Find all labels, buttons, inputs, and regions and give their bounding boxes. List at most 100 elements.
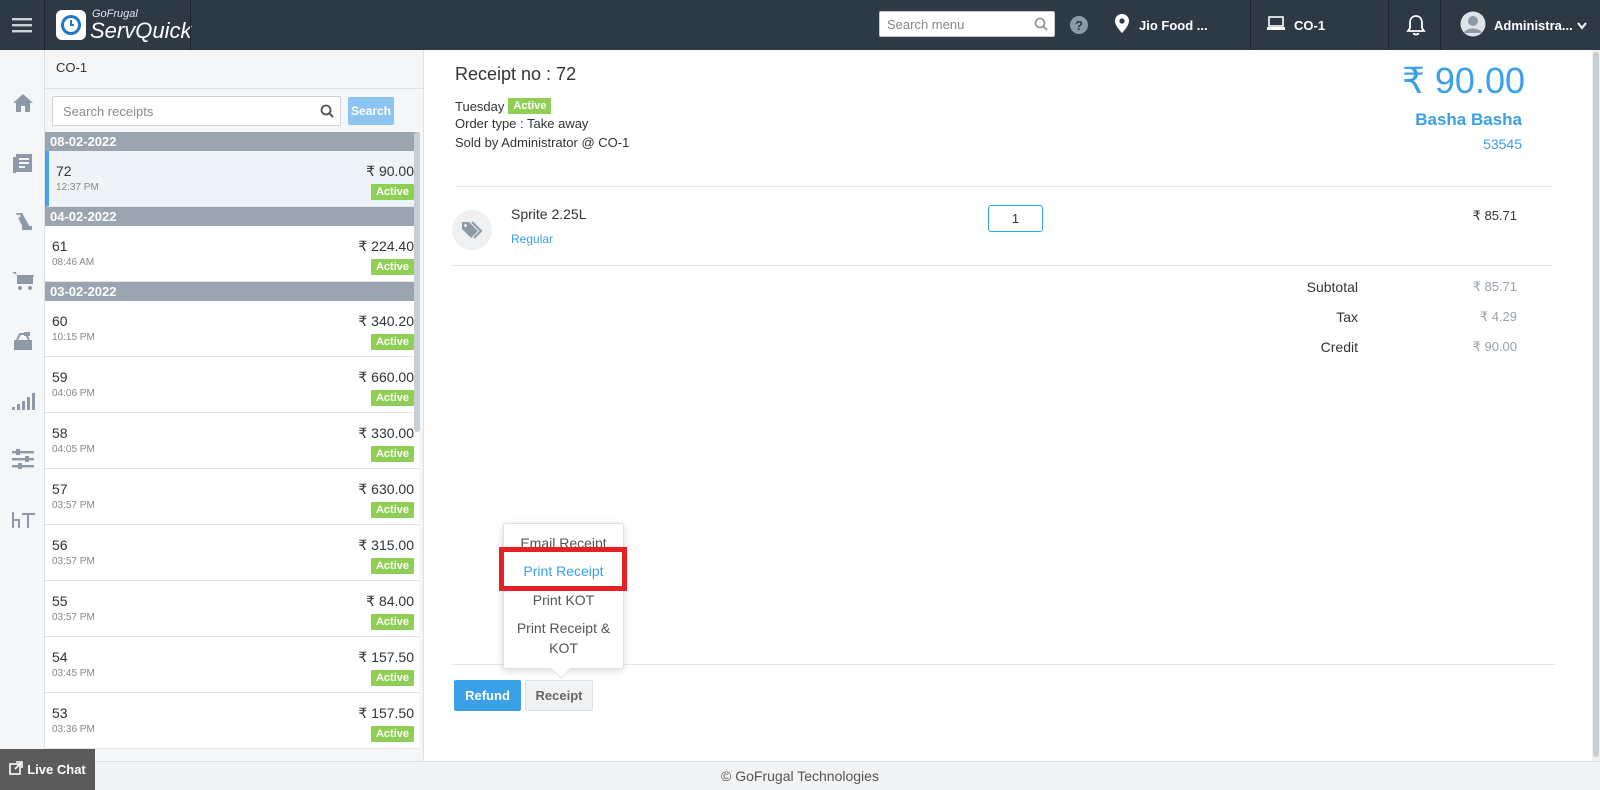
receipt-search-box bbox=[52, 96, 341, 126]
divider bbox=[1440, 0, 1441, 50]
receipt-number: 56 bbox=[52, 537, 68, 553]
customer-phone: 53545 bbox=[1483, 136, 1522, 152]
receipt-time: 12:37 PM bbox=[56, 182, 99, 193]
divider bbox=[1388, 0, 1389, 50]
user-avatar-icon bbox=[1460, 11, 1486, 40]
footer: © GoFrugal Technologies bbox=[0, 761, 1600, 790]
caret-down-icon bbox=[1576, 18, 1587, 33]
quantity-field[interactable] bbox=[988, 205, 1043, 232]
receipt-time: 08:46 AM bbox=[52, 257, 95, 268]
bell-icon[interactable] bbox=[1406, 14, 1426, 41]
receipt-row[interactable]: 61 08:46 AM ₹ 224.40 Active bbox=[45, 226, 419, 282]
sidebar-nav bbox=[0, 50, 45, 761]
receipt-time: 03:36 PM bbox=[52, 724, 95, 735]
refund-button[interactable]: Refund bbox=[454, 680, 521, 711]
receipt-search-input[interactable] bbox=[53, 97, 308, 125]
credit-label: Credit bbox=[1320, 339, 1358, 355]
receipt-row[interactable]: 55 03:57 PM ₹ 84.00 Active bbox=[45, 581, 419, 637]
cart-icon[interactable] bbox=[10, 268, 35, 293]
app-logo[interactable]: GoFrugal ServQuick bbox=[56, 6, 191, 44]
user-label: Administra... bbox=[1494, 17, 1573, 33]
cash-register-icon[interactable] bbox=[10, 328, 35, 353]
status-badge: Active bbox=[370, 726, 414, 742]
search-icon[interactable] bbox=[1034, 17, 1048, 36]
divider bbox=[452, 265, 1552, 266]
search-button[interactable]: Search bbox=[348, 97, 394, 125]
bag-icon[interactable] bbox=[10, 208, 35, 233]
receipt-number: 57 bbox=[52, 481, 68, 497]
page-scrollbar[interactable] bbox=[1592, 50, 1600, 761]
status-badge: Active bbox=[370, 390, 414, 406]
status-badge: Active bbox=[370, 446, 414, 462]
receipt-time: 04:05 PM bbox=[52, 444, 95, 455]
receipt-time: 03:45 PM bbox=[52, 668, 95, 679]
receipt-row[interactable]: 56 03:57 PM ₹ 315.00 Active bbox=[45, 525, 419, 581]
search-icon[interactable] bbox=[320, 104, 334, 123]
receipt-number: 72 bbox=[56, 163, 72, 179]
item-variant: Regular bbox=[511, 232, 554, 246]
location-pin-icon bbox=[1115, 14, 1129, 36]
table-icon[interactable] bbox=[10, 506, 35, 531]
receipt-total: ₹ 90.00 bbox=[1402, 60, 1525, 101]
status-badge: Active bbox=[370, 558, 414, 574]
receipt-number: 61 bbox=[52, 238, 68, 254]
counter-label: CO-1 bbox=[1294, 17, 1326, 33]
sold-by: Sold by Administrator @ CO-1 bbox=[455, 135, 630, 150]
search-menu-input[interactable] bbox=[880, 13, 1028, 35]
receipt-detail: Receipt no : 72 Tuesday Active Order typ… bbox=[425, 50, 1590, 761]
receipt-row[interactable]: 59 04:06 PM ₹ 660.00 Active bbox=[45, 357, 419, 413]
settings-sliders-icon[interactable] bbox=[10, 446, 35, 471]
divider bbox=[45, 88, 423, 89]
status-badge: Active bbox=[508, 98, 552, 114]
list-scrollbar[interactable] bbox=[414, 132, 420, 432]
status-badge: Active bbox=[370, 334, 414, 350]
receipt-row[interactable]: 57 03:57 PM ₹ 630.00 Active bbox=[45, 469, 419, 525]
receipt-button[interactable]: Receipt bbox=[525, 680, 593, 711]
location-label: Jio Food ... bbox=[1139, 17, 1208, 33]
reports-icon[interactable] bbox=[10, 388, 35, 413]
receipt-day-row: Tuesday Active bbox=[455, 98, 552, 114]
counter-selector[interactable]: CO-1 bbox=[1266, 0, 1325, 50]
help-icon[interactable]: ? bbox=[1069, 15, 1089, 40]
live-chat-button[interactable]: Live Chat bbox=[0, 749, 95, 790]
receipt-row[interactable]: 72 12:37 PM ₹ 90.00 Active bbox=[45, 151, 419, 207]
logo-big-text: ServQuick bbox=[90, 17, 192, 43]
divider bbox=[190, 0, 191, 50]
external-link-icon bbox=[9, 761, 24, 778]
user-menu[interactable]: Administra... bbox=[1460, 0, 1587, 50]
receipt-amount: ₹ 315.00 bbox=[358, 537, 414, 553]
receipt-row[interactable]: 58 04:05 PM ₹ 330.00 Active bbox=[45, 413, 419, 469]
receipt-row[interactable]: 60 10:15 PM ₹ 340.20 Active bbox=[45, 301, 419, 357]
customer-name[interactable]: Basha Basha bbox=[1415, 110, 1522, 130]
highlight-box bbox=[499, 547, 627, 591]
computer-icon bbox=[1266, 15, 1286, 35]
divider bbox=[455, 186, 1552, 187]
receipt-day: Tuesday bbox=[455, 98, 505, 114]
menu-item-print-kot[interactable]: Print KOT bbox=[504, 590, 623, 610]
status-badge: Active bbox=[370, 670, 414, 686]
date-header: 04-02-2022 bbox=[45, 207, 419, 226]
receipt-row[interactable]: 53 03:36 PM ₹ 157.50 Active bbox=[45, 693, 419, 749]
scrollbar-thumb[interactable] bbox=[1593, 52, 1599, 757]
home-icon[interactable] bbox=[10, 90, 35, 115]
receipt-amount: ₹ 330.00 bbox=[358, 425, 414, 441]
date-header: 03-02-2022 bbox=[45, 282, 419, 301]
svg-text:?: ? bbox=[1075, 18, 1083, 33]
tag-icon bbox=[452, 210, 492, 250]
menu-item-print-receipt-kot[interactable]: Print Receipt & KOT bbox=[504, 618, 623, 658]
receipt-number: 58 bbox=[52, 425, 68, 441]
dropdown-arrow bbox=[551, 659, 571, 679]
panel-title: CO-1 bbox=[56, 60, 88, 75]
receipt-number: 60 bbox=[52, 313, 68, 329]
status-badge: Active bbox=[370, 259, 414, 275]
receipt-amount: ₹ 224.40 bbox=[358, 238, 414, 254]
receipt-time: 04:06 PM bbox=[52, 388, 95, 399]
receipt-number: 59 bbox=[52, 369, 68, 385]
location-selector[interactable]: Jio Food ... bbox=[1115, 0, 1208, 50]
subtotal-value: ₹ 85.71 bbox=[1472, 279, 1517, 294]
menu-icon[interactable] bbox=[0, 0, 45, 50]
receipts-icon[interactable] bbox=[10, 150, 35, 175]
receipt-row[interactable]: 54 03:45 PM ₹ 157.50 Active bbox=[45, 637, 419, 693]
receipt-time: 03:57 PM bbox=[52, 612, 95, 623]
divider bbox=[1250, 0, 1251, 50]
